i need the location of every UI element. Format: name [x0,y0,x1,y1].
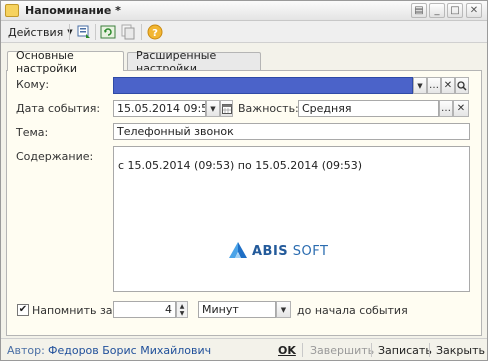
tab-advanced-settings[interactable]: Расширенные настройки [127,49,261,75]
tab-label: Основные настройки [16,48,78,75]
minimize-icon: _ [434,5,440,16]
refresh-icon [100,25,116,39]
clear-icon: ✕ [456,103,466,114]
tab-main-settings[interactable]: Основные настройки [7,49,124,75]
window-title: Напоминание * [25,4,121,17]
title-bar: Напоминание * ▤ _ □ ✕ [1,1,487,21]
toolbar-divider [141,24,142,40]
abis-logo-icon [229,242,247,258]
refresh-button[interactable] [99,23,117,41]
checkmark-icon: ✔ [18,304,28,315]
status-divider [371,343,372,357]
copy-button[interactable] [119,23,137,41]
close-form-button[interactable]: Закрыть [436,342,485,358]
calendar-icon [221,103,232,114]
author-link[interactable]: Федоров Борис Михайлович [48,344,211,357]
svg-text:?: ? [152,28,158,39]
close-icon: ✕ [469,5,479,16]
restore-window-button[interactable]: ▤ [411,3,427,18]
importance-label: Важность: [238,102,299,115]
toolbar-divider [95,24,96,40]
to-field[interactable] [113,77,413,94]
remind-unit-select[interactable]: Минут [198,301,276,318]
to-select-button[interactable]: … [427,77,441,94]
chevron-down-icon: ▼ [280,305,287,314]
copy-icon [121,24,135,40]
status-bar: Автор: Федоров Борис Михайлович OK Завер… [1,338,487,360]
clear-icon: ✕ [443,80,453,91]
ellipsis-icon: … [441,103,451,114]
toolbar-divider [69,24,70,40]
remind-suffix-label: до начала события [297,304,408,317]
event-date-field[interactable]: 15.05.2014 09:53 [113,100,206,117]
remind-amount-field[interactable]: 4 [113,301,176,318]
help-icon: ? [147,24,163,40]
content-text: с 15.05.2014 (09:53) по 15.05.2014 (09:5… [118,159,362,172]
importance-select-button[interactable]: … [439,100,453,117]
close-button[interactable]: ✕ [466,3,482,18]
status-divider [302,343,303,357]
search-icon [457,80,467,91]
menu-icon: ▤ [414,5,424,16]
save-to-list-button[interactable] [75,23,93,41]
author-label: Автор: [7,344,45,357]
save-button[interactable]: Записать [378,342,432,358]
complete-button[interactable]: Завершить [310,342,374,358]
status-divider [429,343,430,357]
chevron-down-icon: ▼ [210,104,216,113]
actions-label: Действия [8,25,64,39]
to-search-button[interactable] [455,77,469,94]
reminder-app-icon [5,4,19,17]
chevron-up-icon: ▲ [179,302,185,310]
help-button[interactable]: ? [146,23,164,41]
abis-soft-logo: ABIS SOFT [228,241,328,261]
remind-checkbox[interactable]: ✔ [17,304,29,316]
remind-unit-dropdown-button[interactable]: ▼ [276,301,291,318]
to-clear-button[interactable]: ✕ [441,77,455,94]
ok-button[interactable]: OK [278,342,296,358]
minimize-button[interactable]: _ [429,3,445,18]
remind-label: Напомнить за [32,304,113,317]
importance-field[interactable]: Средняя [298,100,439,117]
to-dropdown-button[interactable]: ▼ [413,77,427,94]
actions-menu[interactable]: Действия ▼ [5,24,76,40]
remind-amount-stepper[interactable]: ▲ ▼ [176,301,188,318]
to-label: Кому: [16,78,50,91]
maximize-icon: □ [450,5,460,16]
calendar-button[interactable] [220,100,233,117]
content-textarea[interactable]: с 15.05.2014 (09:53) по 15.05.2014 (09:5… [113,146,470,292]
maximize-button[interactable]: □ [447,3,463,18]
abis-logo-text: ABIS SOFT [252,243,329,259]
content-label: Содержание: [16,150,94,163]
save-to-list-icon [77,25,90,38]
reminder-window: Напоминание * ▤ _ □ ✕ Действия ▼ [0,0,488,361]
toolbar: Действия ▼ [1,21,487,43]
importance-clear-button[interactable]: ✕ [453,100,469,117]
event-date-dropdown-button[interactable]: ▼ [206,100,220,117]
chevron-down-icon: ▼ [417,81,423,90]
subject-label: Тема: [16,126,49,139]
ellipsis-icon: … [429,80,439,91]
subject-field[interactable]: Телефонный звонок [113,123,470,140]
event-date-label: Дата события: [16,102,101,115]
chevron-down-icon: ▼ [179,309,185,317]
